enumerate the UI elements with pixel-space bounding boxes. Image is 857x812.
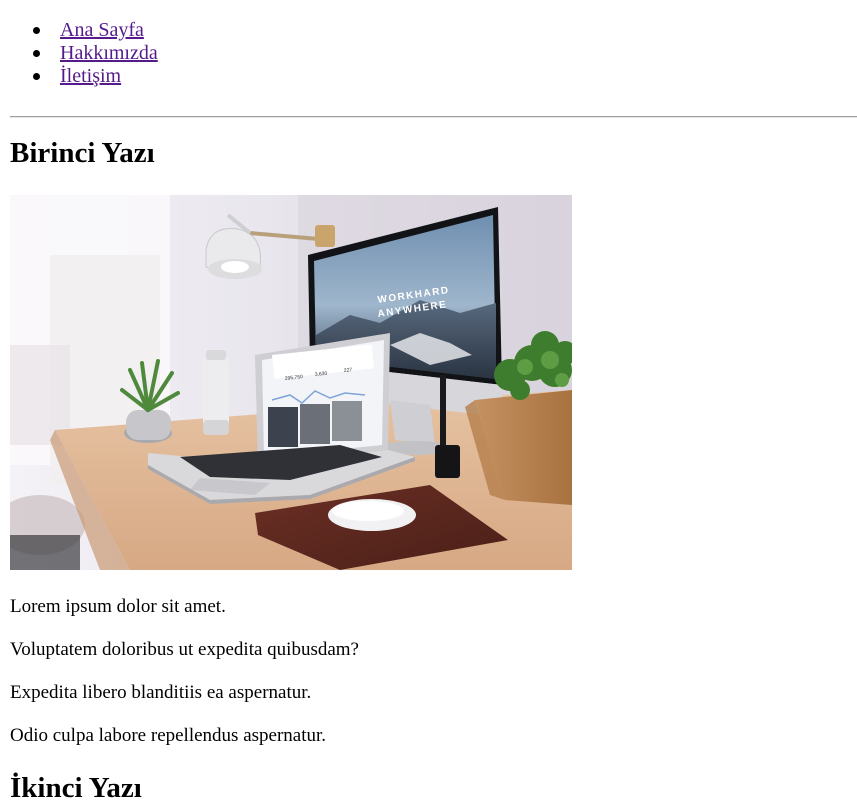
- nav-list: Ana Sayfa Hakkımızda İletişim: [0, 19, 857, 88]
- main-nav: Ana Sayfa Hakkımızda İletişim: [0, 0, 857, 88]
- nav-item-about: Hakkımızda: [0, 42, 857, 65]
- post-paragraph: Odio culpa labore repellendus aspernatur…: [10, 725, 327, 746]
- post-paragraph: Lorem ipsum dolor sit amet.: [10, 596, 226, 617]
- post-title-second: İkinci Yazı: [10, 772, 142, 804]
- nav-link-about[interactable]: Hakkımızda: [60, 42, 158, 65]
- post-paragraph: Expedita libero blanditiis ea aspernatur…: [10, 682, 312, 703]
- page: Ana Sayfa Hakkımızda İletişim Birinci Ya…: [0, 0, 857, 812]
- list-bullet: [33, 27, 40, 34]
- post-image-workspace: WORKHARD ANYWHERE 295,750 3,630 227: [10, 195, 572, 570]
- nav-item-contact: İletişim: [0, 65, 857, 88]
- list-bullet: [33, 50, 40, 57]
- laptop-stat-3: 227: [344, 367, 353, 374]
- post-paragraph: Voluptatem doloribus ut expedita quibusd…: [10, 639, 359, 660]
- list-bullet: [33, 73, 40, 80]
- horizontal-rule: [10, 116, 857, 118]
- nav-link-home[interactable]: Ana Sayfa: [60, 19, 144, 42]
- post-title-first: Birinci Yazı: [10, 137, 155, 169]
- nav-link-contact[interactable]: İletişim: [60, 65, 121, 88]
- nav-item-home: Ana Sayfa: [0, 19, 857, 42]
